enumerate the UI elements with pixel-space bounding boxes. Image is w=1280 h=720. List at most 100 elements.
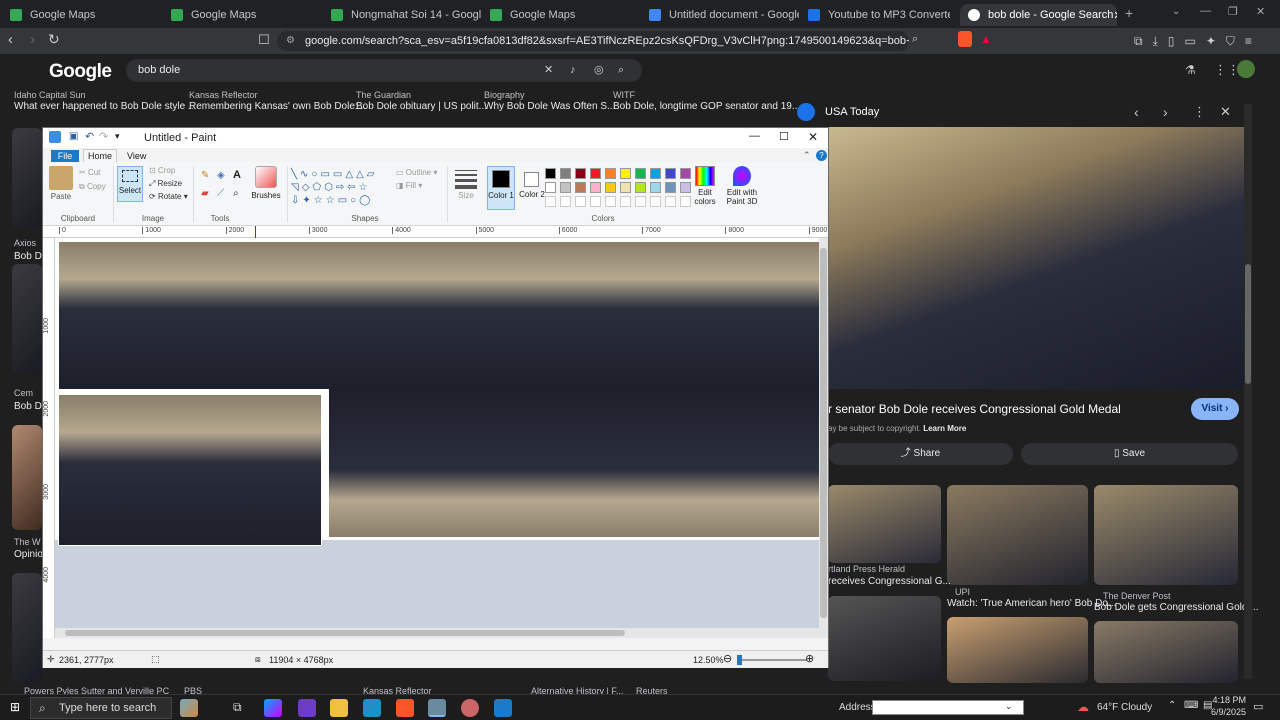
zoom-slider-thumb[interactable] xyxy=(737,655,742,665)
related-thumbnail[interactable] xyxy=(1094,621,1238,683)
paste-icon[interactable] xyxy=(49,166,73,190)
new-tab-icon[interactable]: + xyxy=(1125,5,1133,21)
custom-swatch[interactable] xyxy=(560,196,571,207)
zoom-in-icon[interactable]: ⊕ xyxy=(805,652,814,665)
color-picker-icon[interactable]: ⟋ xyxy=(217,188,224,199)
result-title[interactable]: Bob Dole obituary | US polit... xyxy=(356,101,487,112)
size-button[interactable]: Size xyxy=(451,191,481,200)
custom-swatch[interactable] xyxy=(575,196,586,207)
canvas-area[interactable] xyxy=(55,238,819,638)
address-toolbar-input[interactable]: ⌄ xyxy=(872,700,1024,715)
palette-swatch[interactable] xyxy=(590,182,601,193)
zoom-out-icon[interactable]: ⊖ xyxy=(723,652,732,665)
canvas[interactable] xyxy=(55,238,819,546)
palette-swatch[interactable] xyxy=(560,182,571,193)
vertical-scrollbar[interactable] xyxy=(819,238,828,638)
puzzle-icon[interactable]: ⧉ xyxy=(1134,34,1143,49)
result-title[interactable]: What ever happened to Bob Dole style ... xyxy=(14,101,196,112)
back-icon[interactable]: ‹ xyxy=(8,31,13,48)
edit-paint3d-button[interactable]: Edit with Paint 3D xyxy=(723,188,761,206)
resize-button[interactable]: ⤢ Resize xyxy=(149,179,182,189)
palette-swatch[interactable] xyxy=(620,168,631,179)
related-thumbnail[interactable] xyxy=(828,485,941,563)
restore-icon[interactable]: ❐ xyxy=(1228,5,1238,18)
brave-icon[interactable] xyxy=(396,699,414,717)
result-title[interactable]: Why Bob Dole Was Often S... xyxy=(484,101,615,112)
windows-start-icon[interactable]: ⊞ xyxy=(10,700,20,714)
save-quick-icon[interactable]: ▣ xyxy=(69,131,78,142)
result-title[interactable]: Remembering Kansas' own Bob Dole:... xyxy=(189,101,366,112)
close-preview-icon[interactable]: ✕ xyxy=(1220,104,1231,120)
cut-button[interactable]: ✂ Cut xyxy=(79,168,100,177)
more-options-icon[interactable]: ⋮ xyxy=(1193,104,1206,120)
related-thumbnail[interactable] xyxy=(947,485,1088,585)
palette-swatch[interactable] xyxy=(650,168,661,179)
fill-bucket-icon[interactable]: ◈ xyxy=(217,170,225,181)
save-button[interactable]: ▯ Save xyxy=(1021,443,1238,465)
shield-icon[interactable]: ⛉ xyxy=(1226,34,1235,49)
palette-swatch[interactable] xyxy=(605,182,616,193)
related-title[interactable]: Bob Dole gets Congressional Gold ... xyxy=(1094,602,1259,613)
scrollbar-thumb[interactable] xyxy=(820,248,827,618)
related-title[interactable]: receives Congressional G... xyxy=(828,576,951,587)
copilot-icon[interactable] xyxy=(264,699,282,717)
app-icon[interactable] xyxy=(461,699,479,717)
file-explorer-icon[interactable] xyxy=(330,699,348,717)
close-tab-icon[interactable]: ✕ xyxy=(1113,9,1117,22)
custom-swatch[interactable] xyxy=(590,196,601,207)
custom-swatch[interactable] xyxy=(635,196,646,207)
outline-button[interactable]: ▭ Outline ▾ xyxy=(396,168,437,177)
site-info-icon[interactable]: ⚙ xyxy=(286,31,295,51)
taskbar-search[interactable]: ⌕ Type here to search xyxy=(30,697,172,719)
color2-button[interactable]: Color 2 xyxy=(519,166,547,210)
reload-icon[interactable]: ↻ xyxy=(48,31,60,48)
color1-button[interactable]: Color 1 xyxy=(487,166,515,210)
tab-google-maps-2[interactable]: Google Maps xyxy=(171,4,321,26)
voice-search-icon[interactable]: ♪ xyxy=(570,59,576,82)
ai-icon[interactable]: ✦ xyxy=(1206,34,1216,49)
visit-button[interactable]: Visit › xyxy=(1191,398,1239,420)
copy-button[interactable]: ⧉ Copy xyxy=(79,182,106,192)
app-icon[interactable] xyxy=(494,699,512,717)
palette-swatch[interactable] xyxy=(680,168,691,179)
tab-search-icon[interactable]: ⌄ xyxy=(1172,6,1180,17)
view-tab[interactable]: View xyxy=(127,151,146,161)
rotate-button[interactable]: ⟳ Rotate ▾ xyxy=(149,192,188,201)
paint-taskbar-icon[interactable] xyxy=(428,699,446,717)
google-logo[interactable]: Google xyxy=(49,61,112,83)
result-thumbnail[interactable] xyxy=(12,425,42,530)
scrollbar-thumb[interactable] xyxy=(65,630,625,636)
redo-icon[interactable]: ↷ xyxy=(99,130,108,143)
result-thumbnail[interactable] xyxy=(12,264,42,374)
fill-button[interactable]: ◨ Fill ▾ xyxy=(396,181,422,190)
tab-google-maps-3[interactable]: Google Maps xyxy=(490,4,640,26)
page-scrollbar[interactable] xyxy=(1244,104,1252,679)
palette-swatch[interactable] xyxy=(665,168,676,179)
zoom-icon[interactable]: ⌕ xyxy=(912,33,918,46)
search-input[interactable]: bob dole ✕ ♪ ◎ ⌕ xyxy=(126,59,642,82)
tab-youtube-mp3[interactable]: Youtube to MP3 Converter | Fast, Fr xyxy=(808,4,950,26)
custom-swatch[interactable] xyxy=(605,196,616,207)
brushes-icon[interactable] xyxy=(255,166,277,188)
tab-bob-dole-search[interactable]: bob dole - Google Search✕ xyxy=(960,4,1117,26)
size-icon[interactable] xyxy=(455,170,477,189)
tab-nongmahat-maps[interactable]: Nongmahat Soi 14 - Google Maps xyxy=(331,4,481,26)
palette-swatch[interactable] xyxy=(605,168,616,179)
palette-swatch[interactable] xyxy=(635,182,646,193)
menu-icon[interactable]: ≡ xyxy=(1245,34,1252,49)
task-view-icon[interactable]: ⧉ xyxy=(233,700,242,715)
download-icon[interactable]: ⤓ xyxy=(1153,34,1158,49)
wallet-icon[interactable]: ▭ xyxy=(1185,34,1196,49)
labs-icon[interactable]: ⚗ xyxy=(1185,63,1196,77)
address-bar[interactable]: ⚙ google.com/search?sca_esv=a5f19cfa0813… xyxy=(277,31,909,51)
clock-time[interactable]: 4:18 PM xyxy=(1208,695,1246,705)
edit-colors-icon[interactable] xyxy=(695,166,715,186)
paste-button[interactable]: Paste xyxy=(47,192,75,201)
palette-swatch[interactable] xyxy=(620,182,631,193)
palette-swatch[interactable] xyxy=(575,182,586,193)
palette-swatch[interactable] xyxy=(635,168,646,179)
eraser-icon[interactable]: ▰ xyxy=(201,188,209,199)
collapse-ribbon-icon[interactable]: ⌃ xyxy=(803,150,811,161)
palette-swatch[interactable] xyxy=(590,168,601,179)
home-tab[interactable]: Home xyxy=(83,149,117,163)
